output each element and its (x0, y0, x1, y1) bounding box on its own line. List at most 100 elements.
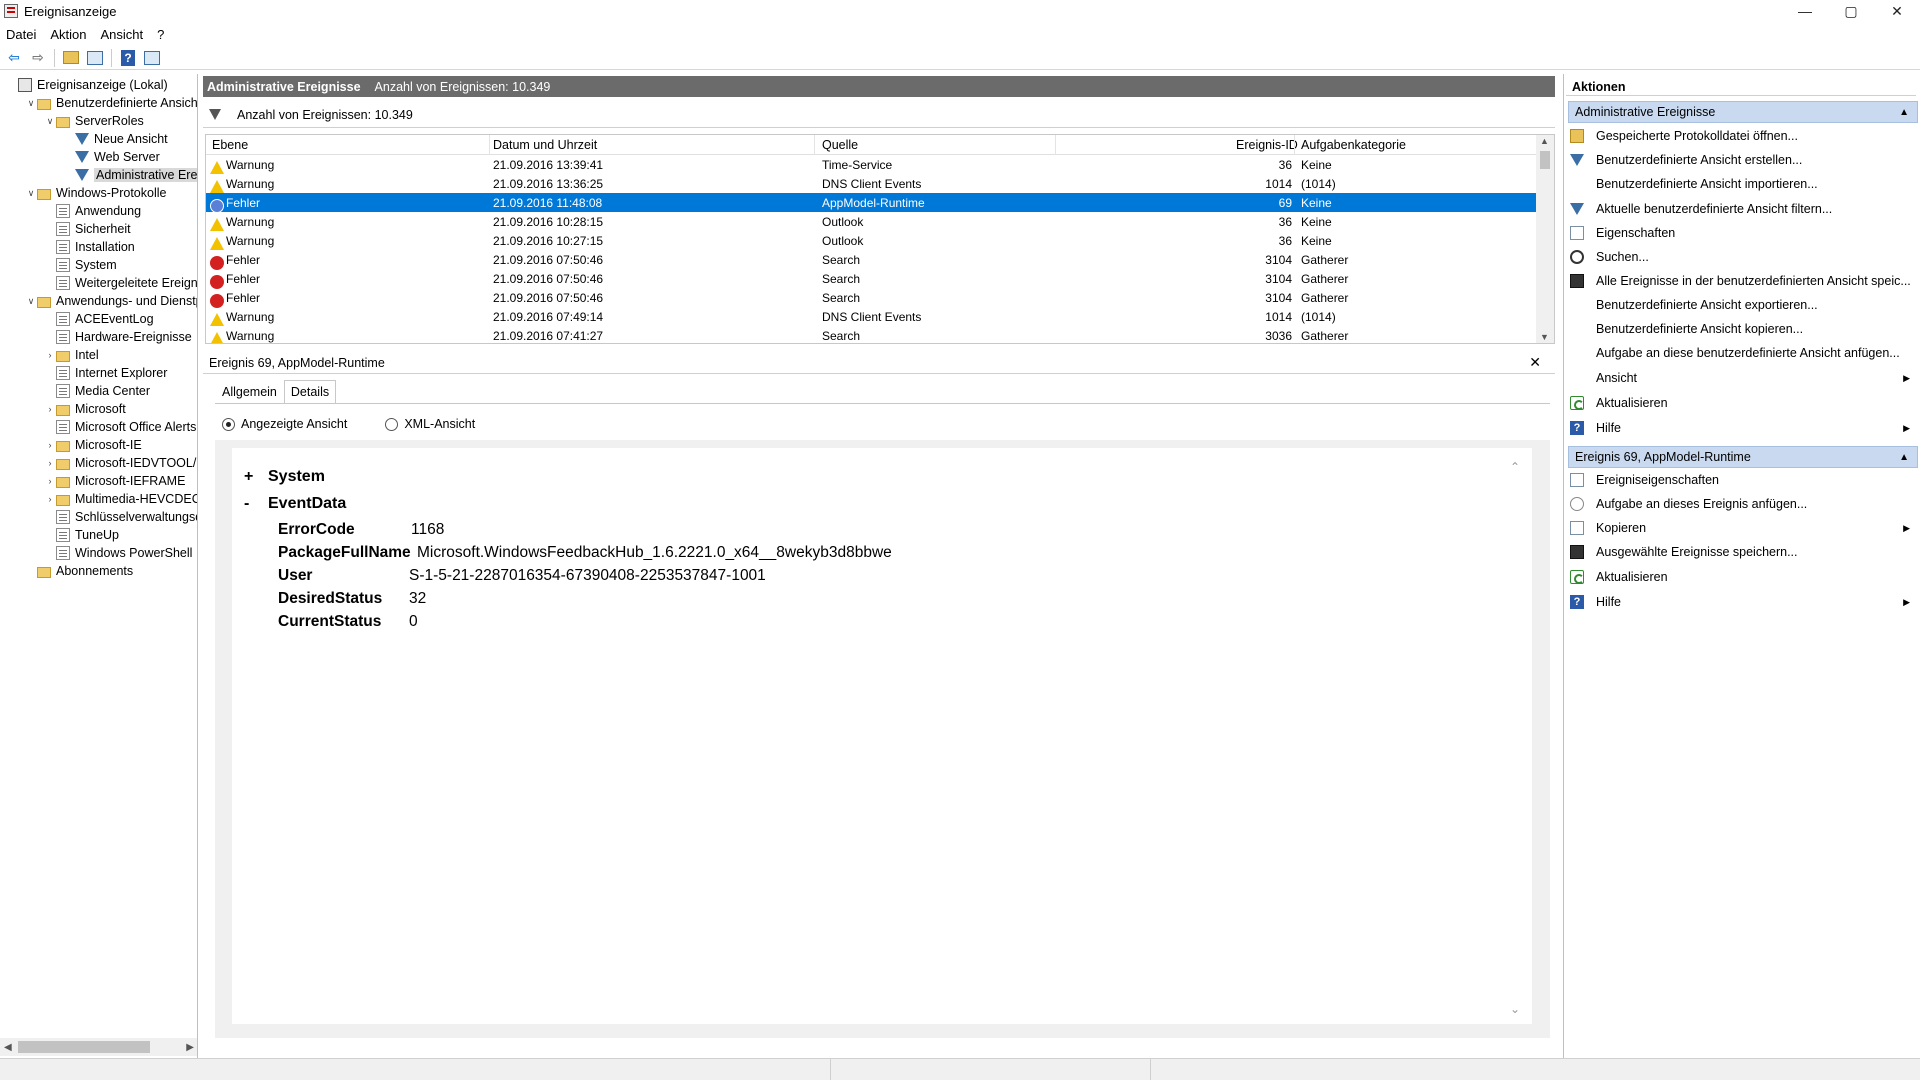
action-item[interactable]: Aktualisieren (1570, 393, 1916, 413)
scroll-down-arrow-icon[interactable]: ▼ (1540, 332, 1549, 342)
table-row[interactable]: Warnung 21.09.2016 10:27:15 Outlook 36 Keine (206, 231, 1536, 250)
tree-item[interactable]: Web Server (63, 148, 160, 166)
expand-icon[interactable]: + (244, 468, 258, 486)
scroll-up-arrow-icon[interactable]: ▲ (1540, 136, 1549, 146)
collapsed-chevron-icon[interactable]: › (44, 494, 56, 504)
show-hide-tree-icon[interactable] (85, 49, 105, 67)
tree-item[interactable]: Microsoft Office Alerts (44, 418, 196, 436)
tree-item[interactable]: › Microsoft-IEFRAME (44, 472, 186, 490)
tree-item[interactable]: › Multimedia-HEVCDECODER (44, 490, 198, 508)
column-header-datetime[interactable]: Datum und Uhrzeit (493, 138, 597, 152)
expanded-chevron-icon[interactable]: ∨ (25, 188, 37, 199)
maximize-button[interactable]: ▢ (1828, 0, 1874, 22)
collapsed-chevron-icon[interactable]: › (44, 476, 56, 486)
collapsed-chevron-icon[interactable]: › (44, 350, 56, 360)
radio-selected-icon[interactable] (222, 417, 235, 431)
back-arrow-icon[interactable]: ⇦ (4, 49, 24, 67)
collapse-section-icon[interactable]: ▲ (1899, 452, 1909, 463)
expanded-chevron-icon[interactable]: ∨ (25, 98, 37, 109)
tree-item[interactable]: Schlüsselverwaltungsdienst (44, 508, 197, 526)
eventdata-section[interactable]: - EventData (244, 495, 346, 513)
tree-item[interactable]: TuneUp (44, 526, 119, 544)
collapsed-chevron-icon[interactable]: › (44, 440, 56, 450)
collapsed-chevron-icon[interactable]: › (44, 404, 56, 414)
system-section[interactable]: + System (244, 468, 325, 486)
action-item[interactable]: ? Hilfe ▶ (1570, 418, 1916, 438)
tree-item[interactable]: Windows PowerShell (44, 544, 192, 562)
actions-section-view[interactable]: Administrative Ereignisse ▲ (1568, 101, 1918, 123)
column-header-source[interactable]: Quelle (822, 138, 858, 152)
xml-view-radio[interactable]: XML-Ansicht (385, 417, 475, 431)
up-folder-icon[interactable] (61, 49, 81, 67)
menu-ansicht[interactable]: Ansicht (101, 27, 144, 42)
action-item[interactable]: Eigenschaften (1570, 223, 1916, 243)
show-hide-actions-icon[interactable] (142, 49, 162, 67)
tree-item[interactable]: ∨ Benutzerdefinierte Ansichten (25, 94, 197, 112)
action-item[interactable]: Ausgewählte Ereignisse speichern... (1570, 542, 1916, 562)
help-icon[interactable]: ? (118, 49, 138, 67)
action-item[interactable]: Benutzerdefinierte Ansicht exportieren..… (1570, 295, 1916, 315)
table-row[interactable]: Warnung 21.09.2016 13:36:25 DNS Client Eve… (206, 174, 1536, 193)
tree-item[interactable]: › Microsoft-IEDVTOOL/Diagnostic (44, 454, 198, 472)
action-item[interactable]: Gespeicherte Protokolldatei öffnen... (1570, 126, 1916, 146)
action-item[interactable]: Aufgabe an dieses Ereignis anfügen... (1570, 494, 1916, 514)
menu-datei[interactable]: Datei (6, 27, 36, 42)
table-row[interactable]: Warnung 21.09.2016 10:28:15 Outlook 36 Keine (206, 212, 1536, 231)
action-item[interactable]: Aktualisieren (1570, 567, 1916, 587)
tree-item[interactable]: ∨ ServerRoles (44, 112, 144, 130)
action-item[interactable]: Suchen... (1570, 247, 1916, 267)
tree-item[interactable]: Ereignisanzeige (Lokal) (6, 76, 168, 94)
collapse-icon[interactable]: - (244, 495, 258, 513)
friendly-view-radio[interactable]: Angezeigte Ansicht (222, 417, 347, 431)
scroll-thumb[interactable] (18, 1041, 150, 1053)
action-item[interactable]: Ansicht ▶ (1570, 368, 1916, 388)
action-item[interactable]: Aufgabe an diese benutzerdefinierte Ansi… (1570, 343, 1916, 363)
action-item[interactable]: Ereigniseigenschaften (1570, 470, 1916, 490)
tree-item[interactable]: Administrative Ereignisse (63, 166, 197, 184)
tree-item[interactable]: Neue Ansicht (63, 130, 168, 148)
tree-horizontal-scrollbar[interactable]: ◀ ▶ (0, 1038, 197, 1056)
minimize-button[interactable]: — (1782, 0, 1828, 22)
tab-allgemein[interactable]: Allgemein (215, 380, 284, 404)
menu-help[interactable]: ? (157, 27, 164, 42)
column-header-level[interactable]: Ebene (212, 138, 248, 152)
table-row[interactable]: Fehler 21.09.2016 07:50:46 Search 3104 Gathe… (206, 250, 1536, 270)
tree-item[interactable]: › Microsoft-IE (44, 436, 142, 454)
close-button[interactable]: ✕ (1874, 0, 1920, 22)
tree-item[interactable]: System (44, 256, 117, 274)
tree-item[interactable]: Media Center (44, 382, 150, 400)
expanded-chevron-icon[interactable]: ∨ (44, 116, 56, 127)
tree-item[interactable]: Weitergeleitete Ereignisse (44, 274, 197, 292)
tree-item[interactable]: › Intel (44, 346, 99, 364)
tree-item[interactable]: Installation (44, 238, 135, 256)
action-item[interactable]: Benutzerdefinierte Ansicht importieren..… (1570, 174, 1916, 194)
tab-details[interactable]: Details (283, 380, 337, 404)
table-row[interactable]: Warnung 21.09.2016 13:39:41 Time-Service 36… (206, 155, 1536, 174)
scroll-thumb[interactable] (1540, 151, 1550, 169)
tree-item[interactable]: Internet Explorer (44, 364, 167, 382)
scroll-right-arrow-icon[interactable]: ▶ (186, 1042, 194, 1053)
action-item[interactable]: Alle Ereignisse in der benutzerdefiniert… (1570, 271, 1916, 291)
table-row[interactable]: Fehler 21.09.2016 07:50:46 Search 3104 Gathe… (206, 269, 1536, 289)
detail-close-icon[interactable]: ✕ (1529, 354, 1541, 371)
table-row[interactable]: Fehler 21.09.2016 07:50:46 Search 3104 Gathe… (206, 288, 1536, 308)
table-vertical-scrollbar[interactable]: ▲ ▼ (1536, 135, 1554, 343)
scroll-left-arrow-icon[interactable]: ◀ (4, 1042, 12, 1053)
tree-item[interactable]: › Microsoft (44, 400, 126, 418)
tree-item[interactable]: ∨ Anwendungs- und Dienstprotokolle (25, 292, 197, 310)
column-header-event-id[interactable]: Ereignis-ID (1236, 138, 1298, 152)
action-item[interactable]: Aktuelle benutzerdefinierte Ansicht filt… (1570, 199, 1916, 219)
collapse-section-icon[interactable]: ▲ (1899, 107, 1909, 118)
tree-item[interactable]: ACEEventLog (44, 310, 154, 328)
action-item[interactable]: Kopieren ▶ (1570, 518, 1916, 538)
action-item[interactable]: ? Hilfe ▶ (1570, 592, 1916, 612)
tree-item[interactable]: Anwendung (44, 202, 141, 220)
action-item[interactable]: Benutzerdefinierte Ansicht erstellen... (1570, 150, 1916, 170)
actions-section-event[interactable]: Ereignis 69, AppModel-Runtime ▲ (1568, 446, 1918, 468)
tree-item[interactable]: Hardware-Ereignisse (44, 328, 192, 346)
collapsed-chevron-icon[interactable]: › (44, 458, 56, 468)
table-row[interactable]: Warnung 21.09.2016 07:49:14 DNS Client Eve… (206, 307, 1536, 326)
tree-item[interactable]: Abonnements (25, 562, 133, 580)
tree-item[interactable]: Sicherheit (44, 220, 131, 238)
column-header-task-category[interactable]: Aufgabenkategorie (1301, 138, 1406, 152)
